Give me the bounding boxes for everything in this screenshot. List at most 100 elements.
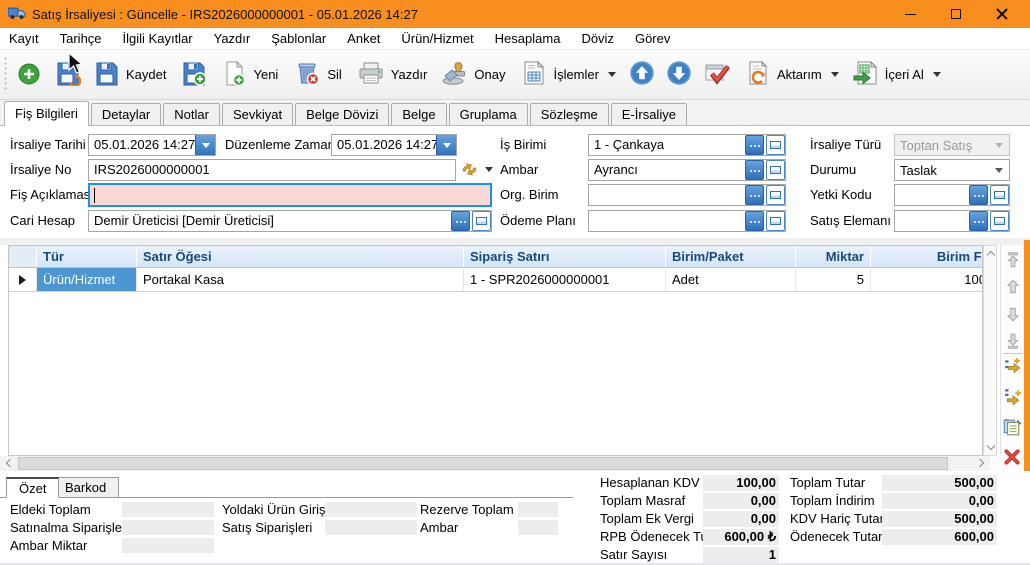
browse-icon[interactable] [969, 211, 988, 231]
cell-satir-ogesi[interactable]: Portakal Kasa [137, 268, 464, 291]
menu-doviz[interactable]: Döviz [581, 31, 614, 46]
menu-gorev[interactable]: Görev [635, 31, 670, 46]
is-birimi-field[interactable]: 1 - Çankaya [588, 134, 786, 156]
browse-icon[interactable] [745, 211, 764, 231]
tab-sevkiyat[interactable]: Sevkiyat [222, 103, 293, 125]
yetki-kodu-field[interactable] [894, 184, 1010, 206]
save-refresh-button[interactable] [55, 60, 81, 89]
keyboard-icon[interactable] [766, 185, 785, 205]
col-header-miktar[interactable]: Miktar [796, 246, 871, 267]
keyboard-icon[interactable] [990, 211, 1009, 231]
satis-elemani-field[interactable] [894, 210, 1010, 232]
move-up-icon[interactable] [1004, 278, 1022, 296]
tab-belge[interactable]: Belge [391, 103, 446, 125]
irsaliye-tarihi-combo[interactable]: 05.01.2026 14:27 [88, 134, 216, 156]
minimize-button[interactable] [887, 0, 933, 28]
grid-corner-cell[interactable] [9, 246, 37, 267]
irsaliye-no-field[interactable]: IRS2026000000001 [88, 159, 456, 181]
col-header-siparis-satiri[interactable]: Sipariş Satırı [464, 246, 666, 267]
tab-sozlesme[interactable]: Sözleşme [530, 103, 609, 125]
move-bottom-icon[interactable] [1004, 332, 1022, 350]
chevron-down-icon[interactable] [195, 135, 215, 155]
browse-icon[interactable] [745, 160, 764, 180]
confirm-button[interactable] [703, 60, 733, 89]
col-header-satir-ogesi[interactable]: Satır Öğesi [137, 246, 464, 267]
move-down-icon[interactable] [1004, 305, 1022, 323]
cell-miktar[interactable]: 5 [796, 268, 871, 291]
operations-button[interactable]: İşlemler [521, 60, 616, 89]
print-button[interactable]: Yazdır [357, 60, 428, 89]
close-button[interactable] [979, 0, 1025, 28]
chevron-down-icon[interactable] [436, 135, 456, 155]
number-template-icon[interactable] [461, 161, 478, 181]
odeme-plani-field[interactable] [588, 210, 786, 232]
next-record-button[interactable] [666, 60, 692, 89]
insert-line-icon[interactable] [1004, 357, 1022, 375]
add-record-button[interactable] [16, 60, 42, 89]
menu-tarihce[interactable]: Tarihçe [60, 31, 102, 46]
splitter[interactable] [0, 238, 1030, 245]
save-button[interactable]: Kaydet [94, 60, 166, 89]
keyboard-icon[interactable] [990, 185, 1009, 205]
scroll-right-icon[interactable] [976, 459, 984, 467]
browse-icon[interactable] [969, 185, 988, 205]
browse-icon[interactable] [745, 185, 764, 205]
menu-urun-hizmet[interactable]: Ürün/Hizmet [401, 31, 473, 46]
col-header-birim-fiyat[interactable]: Birim Fiyat [871, 246, 983, 267]
tab-notlar[interactable]: Notlar [163, 103, 220, 125]
cell-siparis-satiri[interactable]: 1 - SPR2026000000001 [464, 268, 666, 291]
menu-anket[interactable]: Anket [347, 31, 380, 46]
delete-button[interactable]: Sil [295, 60, 341, 89]
menu-hesaplama[interactable]: Hesaplama [495, 31, 561, 46]
col-header-birim-paket[interactable]: Birim/Paket [666, 246, 796, 267]
grid-row[interactable]: Ürün/Hizmet Portakal Kasa 1 - SPR2026000… [9, 268, 983, 292]
move-top-icon[interactable] [1004, 251, 1022, 269]
ambar-field[interactable]: Ayrancı [588, 159, 786, 181]
menu-yazdir[interactable]: Yazdır [214, 31, 251, 46]
tab-fis-bilgileri[interactable]: Fiş Bilgileri [4, 101, 89, 126]
duzenleme-zamani-combo[interactable]: 05.01.2026 14:27 [331, 134, 457, 156]
menu-sablonlar[interactable]: Şablonlar [271, 31, 326, 46]
tab-ozet[interactable]: Özet [6, 477, 59, 498]
menu-kayit[interactable]: Kayıt [9, 31, 39, 46]
tab-e-irsaliye[interactable]: E-İrsaliye [611, 103, 687, 125]
rpb-odenecek-tutar-value: 600,00 ₺ [703, 529, 779, 545]
durumu-combo[interactable]: Taslak [894, 159, 1010, 181]
org-birim-field[interactable] [588, 184, 786, 206]
grid-vertical-scrollbar[interactable] [983, 245, 997, 456]
irsaliye-no-label: İrsaliye No [10, 159, 71, 181]
cell-birim-paket[interactable]: Adet [666, 268, 796, 291]
grid-horizontal-scrollbar[interactable] [0, 456, 990, 471]
tab-belge-dovizi[interactable]: Belge Dövizi [295, 103, 389, 125]
scroll-down-icon[interactable] [986, 442, 994, 450]
maximize-button[interactable] [933, 0, 979, 28]
keyboard-icon[interactable] [766, 135, 785, 155]
scroll-up-icon[interactable] [986, 251, 994, 259]
fis-aciklamasi-input[interactable] [88, 183, 492, 207]
insert-line-after-icon[interactable] [1004, 387, 1022, 405]
browse-icon[interactable] [451, 211, 470, 231]
keyboard-icon[interactable] [766, 211, 785, 231]
transfer-button[interactable]: Aktarım [745, 60, 839, 89]
keyboard-icon[interactable] [766, 160, 785, 180]
keyboard-icon[interactable] [472, 211, 491, 231]
tab-barkod[interactable]: Barkod [52, 477, 119, 498]
prev-record-button[interactable] [629, 60, 655, 89]
chevron-down-icon[interactable] [485, 167, 493, 172]
cari-hesap-field[interactable]: Demir Üreticisi [Demir Üreticisi] [88, 210, 492, 232]
import-button[interactable]: İçeri Al [852, 60, 941, 89]
scrollbar-thumb[interactable] [18, 457, 948, 470]
row-selector-cell[interactable] [9, 268, 37, 291]
cell-tur[interactable]: Ürün/Hizmet [37, 268, 137, 291]
save-and-new-button[interactable] [181, 60, 207, 89]
tab-detaylar[interactable]: Detaylar [91, 103, 161, 125]
approve-button[interactable]: Onay [441, 60, 505, 89]
col-header-tur[interactable]: Tür [37, 246, 137, 267]
cell-birim-fiyat[interactable]: 100,00 [871, 268, 983, 291]
tab-gruplama[interactable]: Gruplama [449, 103, 528, 125]
scroll-left-icon[interactable] [6, 459, 14, 467]
menu-ilgili-kayitlar[interactable]: İlgili Kayıtlar [123, 31, 193, 46]
browse-icon[interactable] [745, 135, 764, 155]
delete-line-icon[interactable] [1003, 448, 1021, 466]
new-button[interactable]: Yeni [221, 60, 278, 89]
